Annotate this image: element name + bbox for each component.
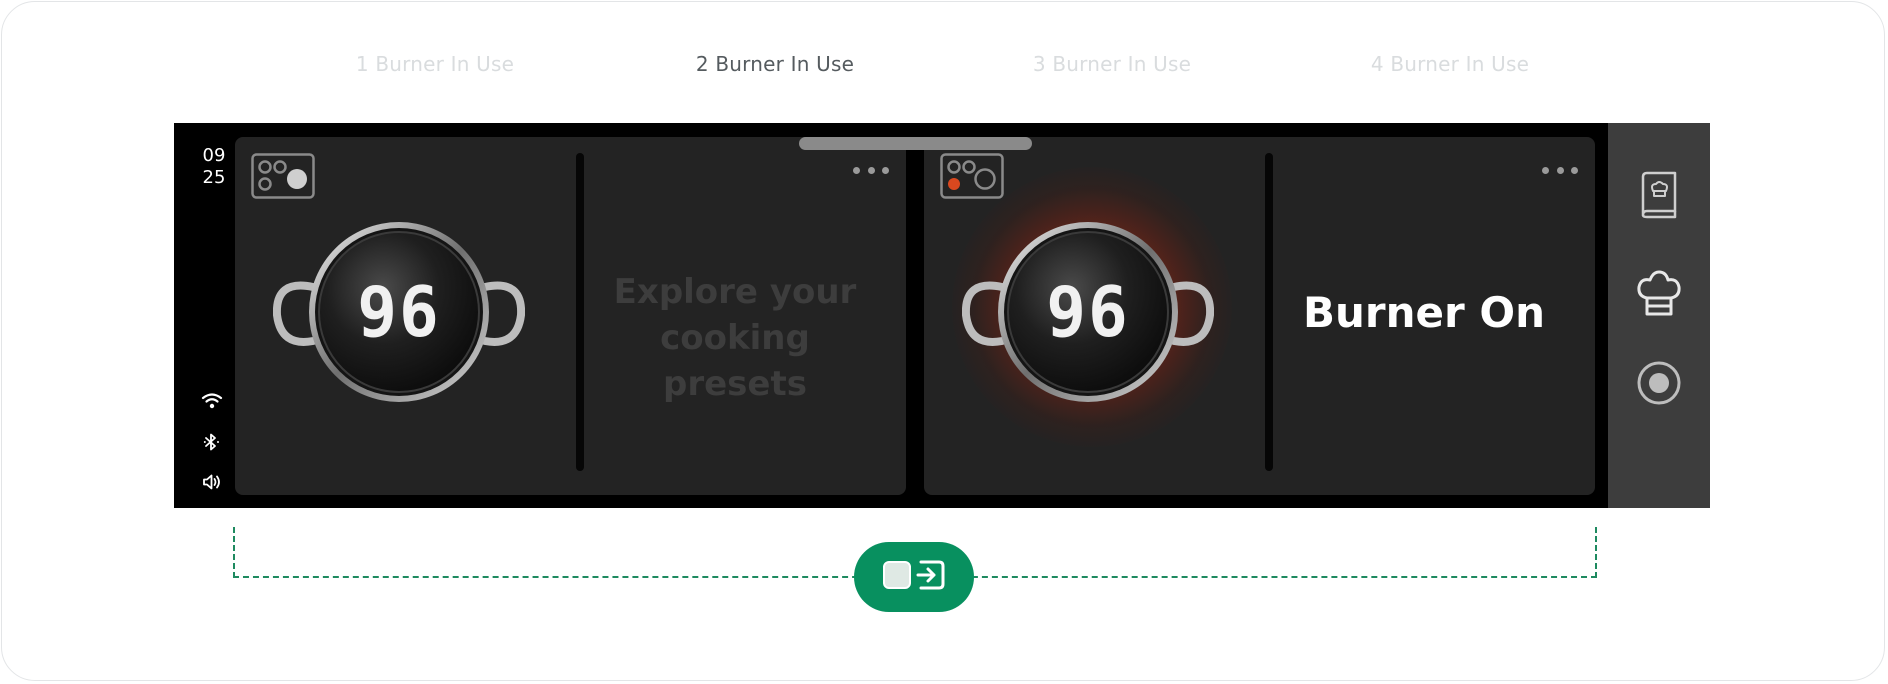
burner-tabs: 1 Burner In Use 2 Burner In Use 3 Burner… [0, 52, 1888, 82]
bluetooth-icon [194, 428, 230, 456]
clock: 09 25 [194, 145, 234, 189]
exit-split-view-button[interactable] [854, 542, 974, 612]
tab-4-burner[interactable]: 4 Burner In Use [1330, 52, 1570, 76]
more-options-icon[interactable] [853, 163, 889, 177]
tab-2-burner[interactable]: 2 Burner In Use [655, 52, 895, 76]
tab-1-burner[interactable]: 1 Burner In Use [315, 52, 555, 76]
burner-temperature: 96 [357, 272, 441, 353]
burner-panel-2: 96 Burner On [924, 137, 1595, 495]
clock-minute: 25 [202, 167, 226, 188]
right-sidebar [1608, 123, 1710, 508]
recipe-book-icon[interactable] [1633, 168, 1685, 222]
more-options-icon[interactable] [1542, 163, 1578, 177]
cooking-presets-prompt[interactable]: Explore your cooking presets [585, 269, 885, 407]
wifi-icon [194, 387, 230, 415]
exit-split-view-icon [881, 557, 947, 597]
burner-panel-1: 96 Explore your cooking presets [235, 137, 906, 495]
burner-position-left-active-icon[interactable] [940, 153, 1004, 199]
burner-temperature: 96 [1046, 272, 1130, 353]
cooktop-screen: 09 25 96 Explore your cooking presets 96… [174, 123, 1710, 508]
burner-position-right-icon[interactable] [251, 153, 315, 199]
status-bar: 09 25 [174, 123, 236, 508]
drag-handle[interactable] [799, 137, 1032, 150]
burner-status-label: Burner On [1303, 288, 1545, 337]
clock-hour: 09 [202, 145, 226, 166]
tab-3-burner[interactable]: 3 Burner In Use [992, 52, 1232, 76]
record-icon[interactable] [1633, 356, 1685, 410]
chef-hat-icon[interactable] [1633, 267, 1685, 321]
panel-divider [576, 153, 584, 471]
volume-icon [194, 468, 230, 496]
